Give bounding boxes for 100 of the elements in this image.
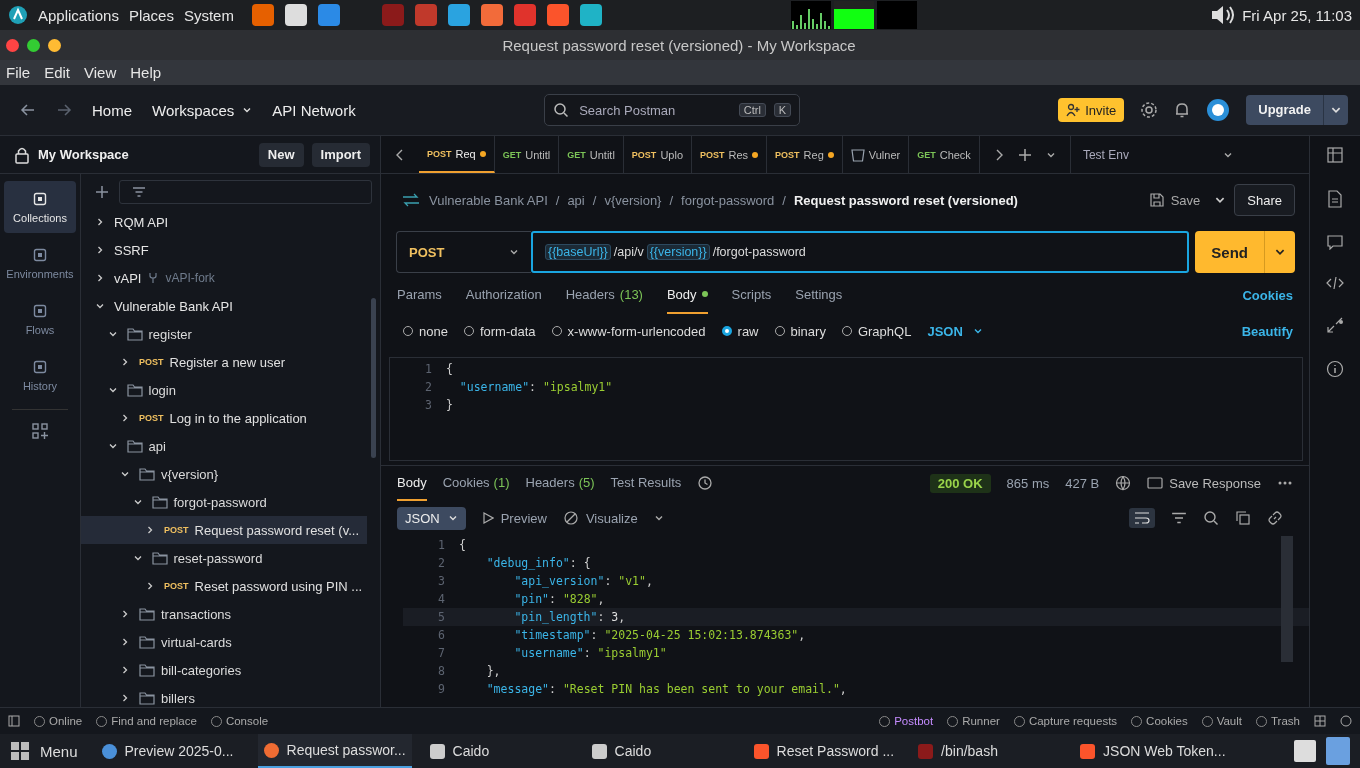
- plus-icon[interactable]: [95, 185, 109, 199]
- request-section-tab[interactable]: Scripts: [731, 276, 772, 314]
- settings-icon[interactable]: [1140, 101, 1159, 119]
- wrap-lines-button[interactable]: [1129, 508, 1155, 528]
- layout-icon[interactable]: [1314, 715, 1326, 727]
- format-dropdown[interactable]: JSON: [397, 506, 466, 530]
- tree-item[interactable]: POST Log in to the application: [81, 404, 367, 432]
- taskbar-window[interactable]: Caido: [585, 734, 736, 768]
- tree-item[interactable]: POST Reset password using PIN ...: [81, 572, 367, 600]
- minimize-button[interactable]: [48, 38, 61, 52]
- status-item[interactable]: Runner: [947, 715, 1000, 727]
- distro-logo-icon[interactable]: [8, 5, 28, 25]
- panel-menu[interactable]: System: [183, 6, 234, 24]
- tree-item[interactable]: POST Request password reset (v...: [81, 516, 367, 544]
- app-launcher-icon[interactable]: [546, 4, 569, 26]
- body-mode-radio[interactable]: GraphQL: [841, 323, 912, 339]
- sidebar-toggle-icon[interactable]: [8, 715, 20, 727]
- help-icon[interactable]: [1340, 715, 1352, 727]
- response-tab[interactable]: Cookies (1): [442, 465, 510, 501]
- upgrade-button[interactable]: Upgrade: [1246, 95, 1348, 125]
- search-field[interactable]: Search Postman: [577, 101, 731, 119]
- body-mode-radio[interactable]: form-data: [463, 323, 536, 339]
- environment-selector[interactable]: Test Env: [1069, 136, 1245, 173]
- response-tab[interactable]: Body: [397, 465, 427, 501]
- response-tab[interactable]: Test Results: [610, 465, 682, 501]
- document-icon[interactable]: [1327, 190, 1343, 208]
- code-icon[interactable]: [1326, 276, 1344, 290]
- nav-link[interactable]: Workspaces: [152, 101, 253, 119]
- tree-item[interactable]: POST Register a new user: [81, 348, 367, 376]
- search-bar[interactable]: Search Postman Ctrl K: [544, 94, 801, 126]
- status-item[interactable]: Vault: [1201, 715, 1242, 727]
- tree-item[interactable]: login: [81, 376, 367, 404]
- request-section-tab[interactable]: Settings: [795, 276, 843, 314]
- request-section-tab[interactable]: Params: [397, 276, 442, 314]
- status-item[interactable]: Trash: [1256, 715, 1300, 727]
- volume-icon[interactable]: [1210, 4, 1237, 26]
- caret-icon[interactable]: [653, 513, 664, 523]
- request-tab[interactable]: POST Req: [419, 136, 495, 173]
- status-item[interactable]: Online: [34, 715, 83, 727]
- chevron-left-icon[interactable]: [395, 148, 405, 161]
- request-section-tab[interactable]: Body: [666, 276, 708, 314]
- beautify-link[interactable]: Beautify: [1241, 323, 1293, 339]
- menu-item[interactable]: Help: [130, 64, 162, 81]
- tree-item[interactable]: SSRF: [81, 236, 367, 264]
- app-launcher-icon[interactable]: [447, 4, 470, 26]
- save-response-button[interactable]: Save Response: [1147, 475, 1261, 491]
- scrollbar[interactable]: [371, 298, 376, 458]
- status-item[interactable]: Capture requests: [1013, 715, 1118, 727]
- search-icon[interactable]: [1203, 510, 1219, 526]
- avatar-icon[interactable]: [1206, 98, 1231, 122]
- history-icon[interactable]: [697, 475, 714, 491]
- menu-item[interactable]: View: [84, 64, 117, 81]
- globe-icon[interactable]: [1115, 475, 1132, 491]
- panel-menu[interactable]: Places: [128, 6, 174, 24]
- cookies-link[interactable]: Cookies: [1242, 287, 1293, 303]
- request-tab[interactable]: GET Untitl: [494, 136, 560, 173]
- filter-field[interactable]: [119, 180, 372, 204]
- status-item[interactable]: Find and replace: [96, 715, 197, 727]
- request-tab[interactable]: POST Reg: [767, 136, 843, 173]
- body-editor[interactable]: 1 { 2 "username": "ipsalmy1" 3 }: [389, 357, 1303, 461]
- app-launcher-icon[interactable]: [579, 4, 602, 26]
- request-tab[interactable]: GET Untitl: [559, 136, 624, 173]
- app-launcher-icon[interactable]: [284, 4, 307, 26]
- tree-item[interactable]: RQM API: [81, 208, 367, 236]
- variables-icon[interactable]: [1326, 146, 1344, 164]
- maximize-button[interactable]: [27, 38, 40, 52]
- copy-icon[interactable]: [1235, 510, 1251, 526]
- sidebar-button[interactable]: Import: [311, 142, 370, 167]
- request-tab[interactable]: POST Uplo: [623, 136, 692, 173]
- tree-item[interactable]: reset-password: [81, 544, 367, 572]
- preview-button[interactable]: Preview: [481, 510, 547, 526]
- body-mode-radio[interactable]: binary: [774, 323, 826, 339]
- panel-menu[interactable]: Applications: [38, 6, 119, 24]
- comment-icon[interactable]: [1327, 234, 1343, 250]
- nav-link[interactable]: API Network: [272, 101, 356, 119]
- method-dropdown[interactable]: POST: [396, 231, 531, 273]
- sidebar-tab[interactable]: Flows: [4, 293, 76, 345]
- menu-item[interactable]: File: [6, 64, 31, 81]
- taskbar-window[interactable]: Caido: [423, 734, 574, 768]
- breadcrumb-link[interactable]: Vulnerable Bank API: [429, 192, 548, 208]
- app-launcher-icon[interactable]: [480, 4, 503, 26]
- request-tab[interactable]: Vulner: [842, 136, 910, 173]
- taskbar-window[interactable]: Preview 2025-0...: [95, 734, 246, 768]
- breadcrumb-link[interactable]: api: [567, 192, 585, 208]
- url-field[interactable]: {{baseUrl}} /api/v {{version}} /forgot-password: [531, 231, 1190, 273]
- taskbar-window[interactable]: Reset Password ...: [747, 734, 901, 768]
- response-tab[interactable]: Headers (5): [525, 465, 595, 501]
- forward-arrow-icon[interactable]: [56, 102, 72, 118]
- bell-icon[interactable]: [1174, 101, 1191, 119]
- sidebar-button[interactable]: New: [258, 142, 304, 167]
- add-apps-icon[interactable]: [31, 422, 49, 440]
- sidebar-tab[interactable]: Environments: [4, 237, 76, 289]
- plus-icon[interactable]: [1017, 147, 1032, 162]
- tree-item[interactable]: register: [81, 320, 367, 348]
- tree-item[interactable]: forgot-password: [81, 488, 367, 516]
- request-tab[interactable]: GET Check: [909, 136, 980, 173]
- tree-item[interactable]: v{version}: [81, 460, 367, 488]
- start-menu-button[interactable]: Menu: [10, 741, 78, 761]
- language-dropdown[interactable]: JSON: [927, 323, 983, 339]
- tree-item[interactable]: virtual-cards: [81, 628, 367, 656]
